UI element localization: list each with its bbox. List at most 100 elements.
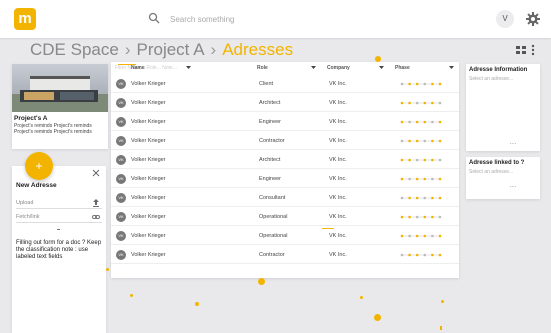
breadcrumb-separator: › xyxy=(210,40,217,59)
upload-label: Upload xyxy=(16,200,34,206)
table-row[interactable]: VK Volker Krieger Engineer VK Inc. xyxy=(111,113,459,131)
row-company: VK Inc. xyxy=(329,100,347,106)
breadcrumb-project[interactable]: Project A xyxy=(137,40,205,59)
chevron-down-icon[interactable] xyxy=(311,66,316,69)
filter-input[interactable] xyxy=(115,64,181,72)
row-name: Volker Krieger xyxy=(131,81,166,87)
table-row[interactable]: VK Volker Krieger Contractor VK Inc. xyxy=(111,246,459,264)
more-icon[interactable] xyxy=(531,44,535,56)
row-company: VK Inc. xyxy=(329,138,347,144)
gear-icon[interactable] xyxy=(525,11,541,27)
row-avatar: VK xyxy=(116,231,126,241)
table-row[interactable]: VK Volker Krieger Contractor VK Inc. xyxy=(111,132,459,150)
row-role: Contractor xyxy=(259,252,285,258)
row-avatar: VK xyxy=(116,98,126,108)
row-role: Operational xyxy=(259,214,288,220)
decor-dot xyxy=(258,278,265,285)
user-avatar[interactable]: V xyxy=(496,10,514,28)
chevron-down-icon[interactable] xyxy=(449,66,454,69)
row-company: VK Inc. xyxy=(329,233,347,239)
table-row[interactable]: VK Volker Krieger Operational VK Inc. xyxy=(111,227,459,245)
new-adresse-title: New Adresse xyxy=(16,182,57,189)
breadcrumb-root[interactable]: CDE Space xyxy=(30,40,119,59)
row-name: Volker Krieger xyxy=(131,157,166,163)
column-header-name[interactable]: Name xyxy=(131,65,145,71)
phase-indicator xyxy=(400,158,442,162)
project-description: Project's reminds Project's reminds Proj… xyxy=(14,123,92,135)
fetch-link-field[interactable]: Fetch/link xyxy=(16,211,102,223)
form-note: Filling out form for a doc ? Keep the cl… xyxy=(16,240,102,260)
search-input[interactable] xyxy=(170,10,370,28)
table-row[interactable]: VK Volker Krieger Architect VK Inc. xyxy=(111,94,459,112)
row-name: Volker Krieger xyxy=(131,176,166,182)
row-name: Volker Krieger xyxy=(131,195,166,201)
decor-dot xyxy=(375,56,381,62)
phase-indicator xyxy=(400,253,442,257)
row-company: VK Inc. xyxy=(329,81,347,87)
chevron-down-icon[interactable] xyxy=(379,66,384,69)
row-company: VK Inc. xyxy=(329,252,347,258)
row-name: Volker Krieger xyxy=(131,138,166,144)
phase-indicator xyxy=(400,177,442,181)
table-row[interactable]: VK Volker Krieger Client VK Inc. xyxy=(111,75,459,93)
breadcrumb-separator: › xyxy=(124,40,131,59)
add-adresse-button[interactable]: + xyxy=(25,152,53,180)
row-role: Architect xyxy=(259,157,281,163)
row-name: Volker Krieger xyxy=(131,252,166,258)
project-card[interactable]: Project's A Project's reminds Project's … xyxy=(12,64,108,149)
breadcrumb-current: Adresses xyxy=(222,40,294,59)
row-role: Client xyxy=(259,81,274,87)
table-row[interactable]: VK Volker Krieger Engineer VK Inc. xyxy=(111,170,459,188)
linked-panel-more[interactable]: ... xyxy=(510,183,517,189)
new-adresse-panel: New Adresse Upload Fetch/link Filling ou… xyxy=(12,166,106,333)
row-name: Volker Krieger xyxy=(131,214,166,220)
breadcrumb: CDE Space › Project A › Adresses xyxy=(30,40,293,64)
row-name: Volker Krieger xyxy=(131,233,166,239)
project-image xyxy=(12,64,108,112)
phase-indicator xyxy=(400,196,442,200)
chevron-down-icon[interactable] xyxy=(186,66,191,69)
view-icon[interactable] xyxy=(516,46,526,54)
table-row[interactable]: VK Volker Krieger Operational VK Inc. xyxy=(111,208,459,226)
row-avatar: VK xyxy=(116,193,126,203)
row-company: VK Inc. xyxy=(329,157,347,163)
info-panel-placeholder: Select an adresse... xyxy=(469,76,514,82)
adresse-information-panel: Adresse Information Select an adresse...… xyxy=(466,64,540,151)
decor-dot xyxy=(360,296,363,299)
adresse-linked-panel: Adresse linked to ? Select an adresse...… xyxy=(466,157,540,199)
row-avatar: VK xyxy=(116,117,126,127)
adresses-table: Name Role Company Phase VK Volker Krieger… xyxy=(111,62,459,278)
table-row[interactable]: VK Volker Krieger Architect VK Inc. xyxy=(111,151,459,169)
row-role: Architect xyxy=(259,100,281,106)
row-avatar: VK xyxy=(116,250,126,260)
row-avatar: VK xyxy=(116,212,126,222)
info-panel-more[interactable]: ... xyxy=(510,140,517,146)
row-role: Engineer xyxy=(259,176,282,182)
row-avatar: VK xyxy=(116,155,126,165)
app-logo[interactable]: m xyxy=(14,8,36,30)
upload-icon[interactable] xyxy=(92,199,100,207)
decor-line xyxy=(322,228,334,229)
column-header-company[interactable]: Company xyxy=(327,65,350,71)
project-title: Project's A xyxy=(14,115,48,122)
fetch-link-label: Fetch/link xyxy=(16,214,40,220)
upload-field[interactable]: Upload xyxy=(16,197,102,209)
linked-panel-placeholder: Select an adresse... xyxy=(469,169,514,175)
column-header-role[interactable]: Role xyxy=(257,65,268,71)
link-icon[interactable] xyxy=(92,213,100,221)
decor-dot xyxy=(441,300,444,303)
table-row[interactable]: VK Volker Krieger Consultant VK Inc. xyxy=(111,189,459,207)
divider-dash xyxy=(57,229,60,230)
phase-indicator xyxy=(400,234,442,238)
column-header-phase[interactable]: Phase xyxy=(395,65,410,71)
row-company: VK Inc. xyxy=(329,214,347,220)
phase-indicator xyxy=(400,120,442,124)
decor-line xyxy=(440,326,442,330)
search-icon[interactable] xyxy=(148,12,160,24)
linked-panel-title: Adresse linked to ? xyxy=(469,160,525,166)
phase-indicator xyxy=(400,101,442,105)
row-name: Volker Krieger xyxy=(131,119,166,125)
close-icon[interactable] xyxy=(92,169,100,177)
row-role: Engineer xyxy=(259,119,282,125)
phase-indicator xyxy=(400,215,442,219)
